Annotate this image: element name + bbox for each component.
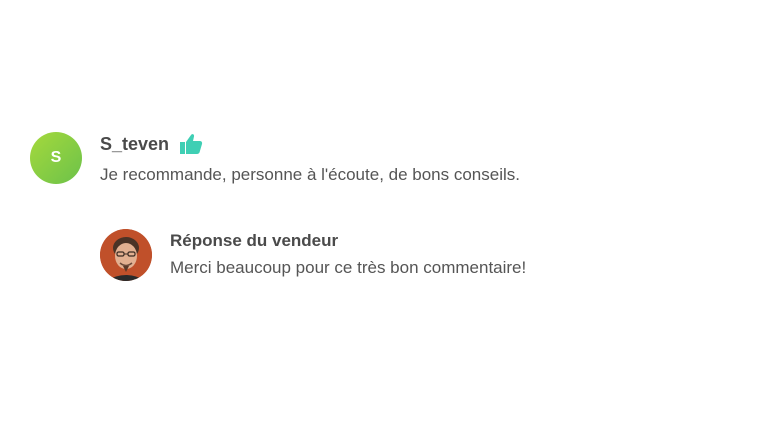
user-avatar[interactable]: S [30,132,82,184]
review-body: S_teven Je recommande, personne à l'écou… [100,130,720,185]
review-text: Je recommande, personne à l'écoute, de b… [100,165,520,184]
user-avatar-letter: S [50,149,62,166]
reply-title: Réponse du vendeur [170,231,339,250]
seller-avatar [100,229,152,281]
review-header: S_teven [100,130,720,158]
reviewer-name[interactable]: S_teven [100,134,169,155]
reply-text: Merci beaucoup pour ce très bon commenta… [170,258,527,277]
reply-body: Réponse du vendeur Merci beaucoup pour c… [170,229,690,278]
review-page: { "review": { "avatar_letter": "S", "use… [0,0,760,427]
thumbs-up-icon [179,133,203,155]
